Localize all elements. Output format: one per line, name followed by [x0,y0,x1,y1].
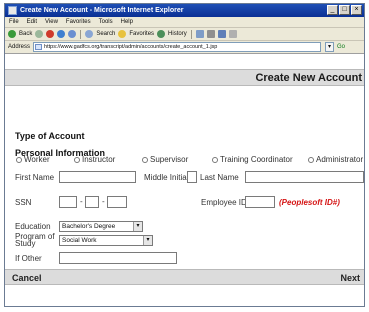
window-controls: _ □ × [327,5,362,15]
favorites-star-icon[interactable] [118,30,127,38]
refresh-icon[interactable] [57,30,66,38]
program-label-line2: Study [15,239,36,248]
first-name-input[interactable] [59,171,136,183]
stop-icon[interactable] [46,30,55,38]
page-icon [35,44,43,50]
browser-window: Create New Account - Microsoft Internet … [4,3,365,307]
menu-bar: File Edit View Favorites Tools Help [5,17,364,28]
menu-edit[interactable]: Edit [27,19,37,25]
radio-administrator[interactable]: Administrator [308,155,363,164]
ssn-part1-input[interactable] [59,196,77,208]
discuss-icon[interactable] [228,30,237,38]
back-arrow-icon[interactable] [8,30,16,38]
program-of-study-select[interactable]: Social Work ▾ [59,235,153,246]
edit-icon[interactable] [217,30,226,38]
minimize-button[interactable]: _ [327,5,338,15]
radio-circle-icon[interactable] [308,156,314,163]
page-title: Create New Account [255,72,362,84]
middle-initial-input[interactable] [187,171,197,183]
last-name-label: Last Name [200,173,239,182]
radio-label: Training Coordinator [220,155,293,164]
print-icon[interactable] [206,30,215,38]
education-select[interactable]: Bachelor's Degree ▾ [59,221,143,232]
home-icon[interactable] [68,30,77,38]
maximize-button[interactable]: □ [339,5,350,15]
toolbar: Back Search Favorites History [5,28,364,41]
employee-id-label: Employee ID [201,198,247,207]
menu-favorites[interactable]: Favorites [66,19,91,25]
history-icon[interactable] [157,30,166,38]
ssn-label: SSN [15,198,32,207]
toolbar-divider [80,29,82,39]
back-button-label[interactable]: Back [19,31,32,37]
search-icon[interactable] [85,30,94,38]
first-name-label: First Name [15,173,55,182]
forward-arrow-icon[interactable] [35,30,44,38]
next-button[interactable]: Next [340,273,360,283]
radio-label: Supervisor [150,155,189,164]
radio-training-coordinator[interactable]: Training Coordinator [212,155,293,164]
cancel-button[interactable]: Cancel [12,273,42,283]
menu-help[interactable]: Help [121,19,133,25]
radio-circle-icon[interactable] [212,156,218,163]
dropdown-arrow-icon[interactable]: ▾ [143,236,152,245]
ie-icon [8,6,17,15]
radio-label: Administrator [316,155,364,164]
ssn-dash: - [80,197,83,206]
program-selected-value: Social Work [62,237,97,244]
address-input[interactable]: https://www.gadfcs.org/transcript/admin/… [33,42,322,52]
personal-information-heading: Personal Information [15,148,106,158]
employee-id-input[interactable] [245,196,275,208]
last-name-input[interactable] [245,171,364,183]
favorites-button-label[interactable]: Favorites [129,31,154,37]
close-button[interactable]: × [351,5,362,15]
menu-tools[interactable]: Tools [99,19,113,25]
history-button-label[interactable]: History [168,31,187,37]
menu-file[interactable]: File [9,19,19,25]
address-url: https://www.gadfcs.org/transcript/admin/… [44,44,218,50]
program-of-study-label: Program of Study [15,233,55,248]
middle-initial-label: Middle Initial [144,173,189,182]
address-bar: Address https://www.gadfcs.org/transcrip… [5,41,364,54]
ssn-part3-input[interactable] [107,196,127,208]
footer-bar: Cancel Next [5,269,364,285]
page-header-band: Create New Account [5,69,364,86]
go-button[interactable]: Go [337,44,345,50]
if-other-label: If Other [15,254,42,263]
mail-icon[interactable] [195,30,204,38]
education-label: Education [15,222,51,231]
menu-view[interactable]: View [45,19,58,25]
education-selected-value: Bachelor's Degree [62,223,116,230]
ssn-dash: - [102,197,105,206]
address-label: Address [8,44,31,50]
if-other-input[interactable] [59,252,177,264]
page-content: Create New Account Type of Account Worke… [5,55,364,306]
radio-circle-icon[interactable] [142,156,148,163]
dropdown-arrow-icon[interactable]: ▾ [133,222,142,231]
toolbar-divider [190,29,192,39]
title-bar: Create New Account - Microsoft Internet … [5,4,364,17]
address-dropdown-icon[interactable]: ▾ [325,42,335,52]
type-of-account-heading: Type of Account [15,131,85,141]
peoplesoft-id-note: (Peoplesoft ID#) [279,198,340,207]
window-title: Create New Account - Microsoft Internet … [20,7,184,14]
ssn-part2-input[interactable] [85,196,99,208]
search-button-label[interactable]: Search [96,31,115,37]
radio-supervisor[interactable]: Supervisor [142,155,188,164]
